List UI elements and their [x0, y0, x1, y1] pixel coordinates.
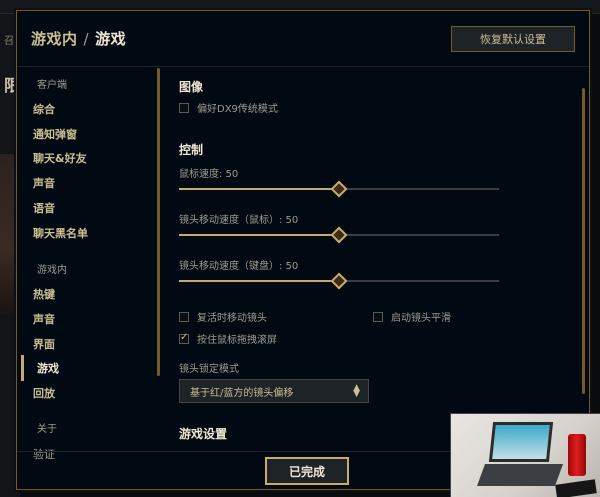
- revive-camera-label: 复活时移动镜头: [197, 313, 267, 324]
- slider-thumb[interactable]: [330, 180, 348, 198]
- sidebar-item-chat-friends[interactable]: 聊天&好友: [33, 150, 87, 166]
- laptop-photo-thumbnail: [450, 413, 600, 497]
- laptop-screen: [488, 422, 554, 462]
- sidebar-section-ingame: 游戏内: [37, 265, 67, 276]
- section-title-game-settings: 游戏设置: [179, 427, 228, 441]
- section-title-graphics: 图像: [179, 80, 204, 94]
- sidebar-item-notifications[interactable]: 通知弹窗: [33, 126, 77, 142]
- drag-scroll-label: 按住鼠标拖拽滚屏: [197, 335, 277, 346]
- revive-camera-checkbox[interactable]: [179, 311, 189, 322]
- phone: [555, 479, 597, 497]
- sidebar-section-client: 客户端: [37, 80, 67, 91]
- done-button[interactable]: 已完成: [265, 457, 349, 485]
- slider-thumb[interactable]: [330, 226, 348, 244]
- sidebar-scrollbar[interactable]: [157, 68, 160, 376]
- restore-defaults-button[interactable]: 恢复默认设置: [451, 26, 575, 52]
- settings-sidebar: 客户端 综合 通知弹窗 聊天&好友 声音 语音 聊天黑名单 游戏内 热键 声音 …: [17, 68, 160, 468]
- breadcrumb-parent: 游戏内: [31, 30, 78, 48]
- slider-fill: [179, 188, 339, 190]
- slider-fill: [179, 234, 339, 236]
- camera-lock-mode-value: 基于红/蓝方的镜头偏移: [190, 387, 294, 399]
- slider-fill: [179, 280, 339, 282]
- sidebar-section-about: 关于: [37, 424, 57, 435]
- camera-lock-mode-select[interactable]: 基于红/蓝方的镜头偏移 ▲ ▼: [179, 379, 369, 403]
- sidebar-item-game[interactable]: 游戏: [37, 360, 59, 376]
- camera-speed-keyboard-slider[interactable]: [179, 272, 499, 290]
- breadcrumb: 游戏内 / 游戏: [31, 28, 126, 49]
- mouse-speed-label: 鼠标速度: 50: [179, 169, 239, 180]
- camera-speed-mouse-slider[interactable]: [179, 226, 499, 244]
- sidebar-item-client-sound[interactable]: 声音: [33, 175, 55, 191]
- sidebar-item-general[interactable]: 综合: [33, 101, 55, 117]
- camera-speed-keyboard-label: 镜头移动速度（键盘）: 50: [179, 261, 299, 272]
- soda-can: [568, 434, 586, 476]
- select-arrows-icon: ▲ ▼: [353, 383, 360, 399]
- breadcrumb-separator: /: [83, 30, 90, 48]
- breadcrumb-current: 游戏: [95, 30, 127, 48]
- dx9-legacy-option[interactable]: 偏好DX9传统模式: [179, 100, 278, 115]
- content-scrollbar[interactable]: [582, 88, 585, 394]
- dx9-checkbox[interactable]: [179, 102, 189, 113]
- section-title-controls: 控制: [179, 143, 204, 157]
- dx9-label: 偏好DX9传统模式: [197, 104, 278, 115]
- laptop-base: [476, 464, 564, 486]
- smooth-camera-option[interactable]: 启动镜头平滑: [373, 309, 451, 324]
- modal-header: 游戏内 / 游戏 恢复默认设置: [17, 11, 589, 67]
- camera-lock-mode-label: 镜头锁定模式: [179, 364, 239, 375]
- sidebar-item-chat-blocklist[interactable]: 聊天黑名单: [33, 225, 88, 241]
- revive-camera-option[interactable]: 复活时移动镜头: [179, 309, 267, 324]
- camera-speed-mouse-label: 镜头移动速度（鼠标）: 50: [179, 215, 299, 226]
- background-top-text: 召: [4, 36, 14, 47]
- sidebar-item-hotkeys[interactable]: 热键: [33, 286, 55, 302]
- sidebar-item-ingame-sound[interactable]: 声音: [33, 311, 55, 327]
- sidebar-active-indicator: [21, 355, 24, 381]
- sidebar-item-voice[interactable]: 语音: [33, 200, 55, 216]
- sidebar-item-replay[interactable]: 回放: [33, 385, 55, 401]
- drag-scroll-option[interactable]: 按住鼠标拖拽滚屏: [179, 331, 277, 346]
- slider-thumb[interactable]: [330, 272, 348, 290]
- mouse-speed-slider[interactable]: [179, 180, 499, 198]
- smooth-camera-checkbox[interactable]: [373, 311, 383, 322]
- settings-content: 图像 偏好DX9传统模式 控制 鼠标速度: 50 镜头移动速度（鼠标）: 50 …: [177, 68, 567, 458]
- sidebar-item-interface[interactable]: 界面: [33, 336, 55, 352]
- smooth-camera-label: 启动镜头平滑: [391, 313, 451, 324]
- drag-scroll-checkbox[interactable]: [179, 332, 189, 344]
